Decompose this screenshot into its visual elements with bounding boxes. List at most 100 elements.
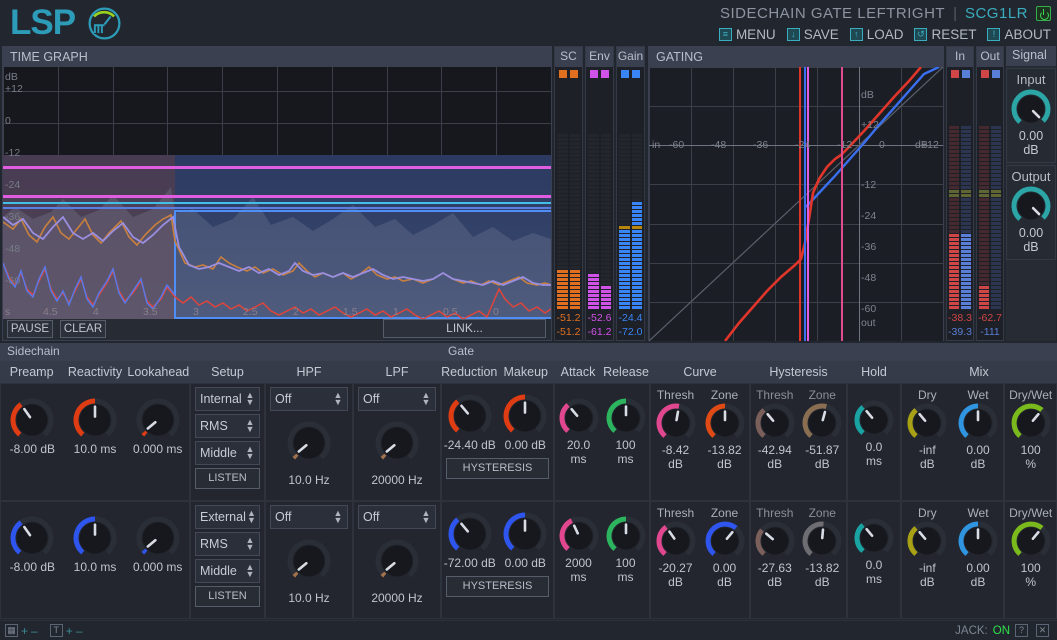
- listen-button[interactable]: LISTEN: [195, 586, 260, 607]
- meter-leds[interactable]: [617, 67, 644, 81]
- mix-drywet-knob[interactable]: [1011, 521, 1051, 561]
- sidechain-preamp-knob[interactable]: [10, 516, 54, 560]
- hysteresis-button[interactable]: HYSTERESIS: [446, 576, 549, 597]
- chevron-updown-icon: ▲ ▼: [245, 444, 255, 461]
- mix-dry-knob[interactable]: [907, 403, 947, 443]
- led-indicator[interactable]: [980, 70, 989, 78]
- meter-column-sc: SC -51.2 -51.2: [554, 46, 583, 341]
- load-label: LOAD: [866, 26, 904, 42]
- sidechain-reactivity-knob[interactable]: [73, 398, 117, 442]
- led-indicator[interactable]: [991, 70, 1000, 78]
- curve-thresh-unit: dB: [668, 575, 683, 589]
- gate-hold-knob[interactable]: [854, 518, 894, 558]
- input-gain-knob[interactable]: [1007, 89, 1055, 129]
- meter-leds[interactable]: [977, 67, 1003, 81]
- meter-leds[interactable]: [586, 67, 613, 81]
- gate-release-knob[interactable]: [606, 398, 646, 438]
- hyst-thresh-knob[interactable]: [755, 403, 795, 443]
- curve-thresh-knob[interactable]: [656, 521, 696, 561]
- led-indicator[interactable]: [632, 70, 640, 78]
- gate-hold-knob[interactable]: [854, 400, 894, 440]
- sidechain-reactivity-knob[interactable]: [73, 516, 117, 560]
- led-indicator[interactable]: [590, 70, 598, 78]
- hyst-zone-knob[interactable]: [802, 403, 842, 443]
- time-graph-canvas[interactable]: dB +12 0 -12 -24 -36 -48 -60 s 4.5 4 3.5 3 2.5 2 1.5 1 0.…: [3, 67, 551, 319]
- hpf-mode-value: Off: [275, 510, 292, 524]
- gate-attack-knob[interactable]: [559, 398, 599, 438]
- meter-leds[interactable]: [555, 67, 582, 81]
- meter-bar: [991, 83, 1001, 310]
- mix-wet-knob[interactable]: [958, 403, 998, 443]
- power-icon[interactable]: [1036, 5, 1051, 21]
- about-button[interactable]: ! ABOUT: [987, 27, 1051, 42]
- reset-button[interactable]: ↺ RESET: [914, 27, 976, 42]
- clear-button[interactable]: CLEAR: [60, 320, 106, 338]
- led-indicator[interactable]: [950, 70, 959, 78]
- curve-zone-knob[interactable]: [705, 521, 745, 561]
- mix-drywet-unit: %: [1025, 575, 1036, 589]
- led-indicator[interactable]: [559, 70, 567, 78]
- lpf-freq-knob[interactable]: [354, 421, 440, 465]
- window-remove-button[interactable]: –: [31, 624, 38, 638]
- lpf-freq-knob[interactable]: [354, 539, 440, 583]
- hpf-mode-select[interactable]: Off ▲ ▼: [270, 387, 348, 411]
- pause-button[interactable]: PAUSE: [7, 320, 53, 338]
- setup-source-select[interactable]: Internal ▲ ▼: [195, 387, 260, 411]
- mix-drywet-knob[interactable]: [1011, 403, 1051, 443]
- curve-zone-knob[interactable]: [705, 403, 745, 443]
- chevron-updown-icon: ▲ ▼: [333, 508, 343, 525]
- save-button[interactable]: ↓ SAVE: [786, 27, 839, 42]
- gate-makeup-knob[interactable]: [503, 394, 547, 438]
- io-meters: In -38.3 -39.3 Out -62.7 -111: [946, 46, 1004, 341]
- text-remove-button[interactable]: –: [76, 624, 83, 638]
- hyst-zone-knob[interactable]: [802, 521, 842, 561]
- lpf-mode-select[interactable]: Off ▲ ▼: [358, 505, 436, 529]
- window-add-button[interactable]: +: [21, 624, 28, 638]
- setup-mode-select[interactable]: RMS ▲ ▼: [195, 532, 260, 556]
- hysteresis-spacer: [750, 343, 847, 361]
- curve-thresh-knob[interactable]: [656, 403, 696, 443]
- close-icon[interactable]: ✕: [1036, 624, 1049, 637]
- lpf-mode-select[interactable]: Off ▲ ▼: [358, 387, 436, 411]
- window-icon[interactable]: ▦: [5, 624, 18, 637]
- gating-canvas[interactable]: in -60 -48 -36 -24 -12 0 +12 dB dB +12 -12 -24 -36 -48…: [649, 67, 943, 341]
- hpf-cell: Off ▲ ▼ 10.0 Hz: [265, 383, 353, 501]
- led-indicator[interactable]: [621, 70, 629, 78]
- hpf-freq-knob[interactable]: [266, 421, 352, 465]
- listen-button[interactable]: LISTEN: [195, 468, 260, 489]
- hpf-mode-select[interactable]: Off ▲ ▼: [270, 505, 348, 529]
- meter-leds[interactable]: [947, 67, 973, 81]
- link-button[interactable]: LINK...: [383, 319, 546, 338]
- output-gain-knob[interactable]: [1007, 186, 1055, 226]
- setup-channel-select[interactable]: Middle ▲ ▼: [195, 441, 260, 465]
- sidechain-lookahead-knob[interactable]: [136, 516, 180, 560]
- gate-reduction-knob[interactable]: [448, 512, 492, 556]
- mix-dry-knob[interactable]: [907, 521, 947, 561]
- hysteresis-button[interactable]: HYSTERESIS: [446, 458, 549, 479]
- setup-mode-select[interactable]: RMS ▲ ▼: [195, 414, 260, 438]
- setup-source-select[interactable]: External ▲ ▼: [195, 505, 260, 529]
- sidechain-lookahead-knob[interactable]: [136, 398, 180, 442]
- mix-dry-unit: dB: [919, 575, 935, 589]
- text-icon[interactable]: T: [49, 624, 63, 637]
- gate-makeup-knob[interactable]: [503, 512, 547, 556]
- gate-attack-knob[interactable]: [559, 516, 599, 556]
- text-add-button[interactable]: +: [66, 624, 73, 638]
- gate-release-knob[interactable]: [606, 516, 646, 556]
- led-indicator[interactable]: [961, 70, 970, 78]
- sidechain-preamp-knob[interactable]: [10, 398, 54, 442]
- menu-button[interactable]: ≡ MENU: [718, 27, 776, 42]
- help-icon[interactable]: ?: [1015, 624, 1028, 637]
- load-button[interactable]: ↑ LOAD: [849, 26, 904, 42]
- led-indicator[interactable]: [601, 70, 609, 78]
- hyst-thresh-knob[interactable]: [755, 521, 795, 561]
- mix-wet-knob[interactable]: [958, 521, 998, 561]
- led-indicator[interactable]: [570, 70, 578, 78]
- hpf-freq-knob[interactable]: [266, 539, 352, 583]
- setup-channel-select[interactable]: Middle ▲ ▼: [195, 559, 260, 583]
- sidechain-row: -8.00 dB 10.0 ms 0.000 ms: [0, 383, 190, 501]
- column-header-reduction: Reduction: [441, 361, 498, 383]
- gate-hysteresis-group: Hysteresis Thresh -42.94 dB Zone -51.87 dB Thre…: [750, 343, 847, 620]
- input-gain-cell: Input 0.00 dB: [1006, 68, 1056, 163]
- gate-reduction-knob[interactable]: [448, 394, 492, 438]
